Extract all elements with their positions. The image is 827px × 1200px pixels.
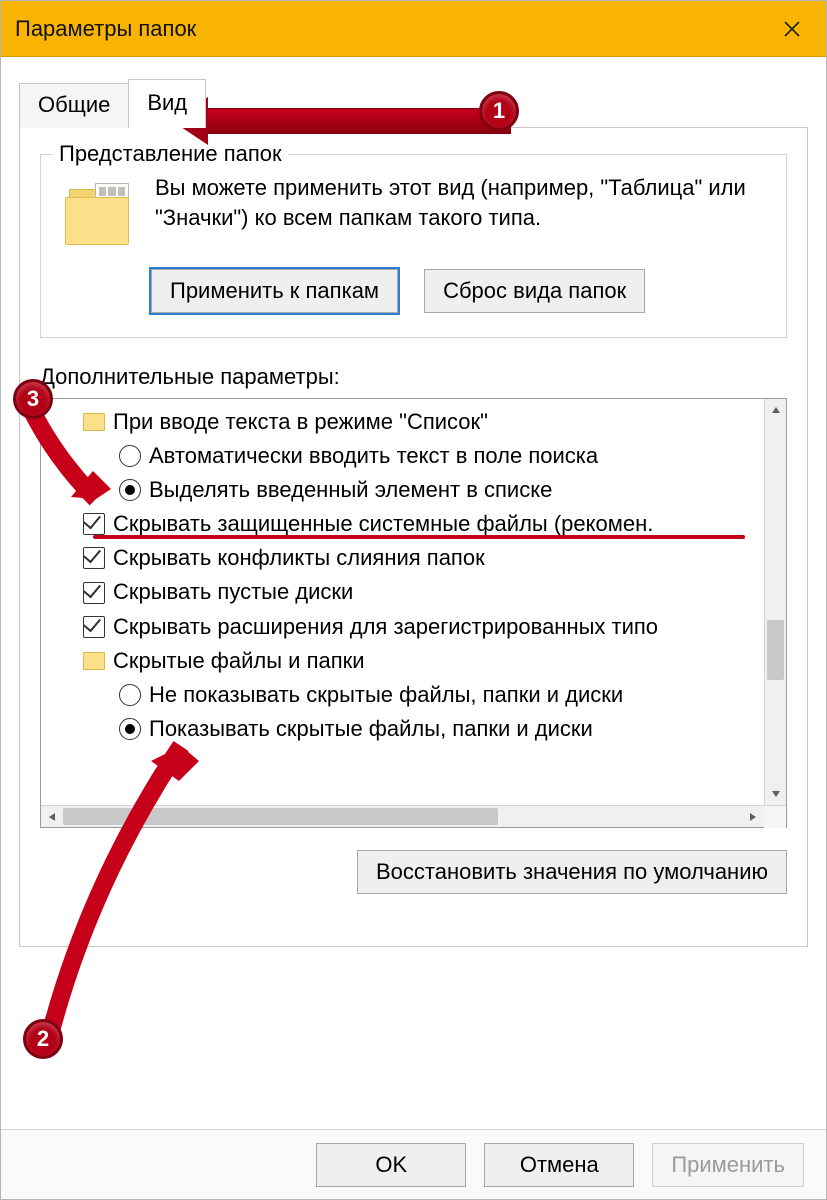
restore-defaults-button[interactable]: Восстановить значения по умолчанию bbox=[357, 850, 787, 894]
advanced-item-label: Скрывать пустые диски bbox=[113, 575, 353, 609]
advanced-item-5[interactable]: Скрывать пустые диски bbox=[49, 575, 782, 609]
scroll-up-icon[interactable] bbox=[765, 399, 787, 421]
advanced-item-label: Скрывать расширения для зарегистрированн… bbox=[113, 610, 658, 644]
radio-icon bbox=[119, 445, 141, 467]
advanced-item-3[interactable]: Скрывать защищенные системные файлы (рек… bbox=[49, 507, 782, 541]
advanced-item-label: Скрывать конфликты слияния папок bbox=[113, 541, 485, 575]
checkbox-icon bbox=[83, 582, 105, 604]
advanced-item-label: Показывать скрытые файлы, папки и диски bbox=[149, 712, 593, 746]
vscroll-thumb[interactable] bbox=[767, 620, 784, 680]
vertical-scrollbar[interactable] bbox=[764, 399, 786, 805]
scroll-left-icon[interactable] bbox=[41, 806, 63, 828]
radio-icon bbox=[119, 479, 141, 501]
advanced-item-label: Скрытые файлы и папки bbox=[113, 644, 365, 678]
tab-view-pane: Представление папок Вы можете применить … bbox=[19, 127, 808, 947]
group-legend: Представление папок bbox=[53, 141, 288, 167]
advanced-item-4[interactable]: Скрывать конфликты слияния папок bbox=[49, 541, 782, 575]
advanced-item-label: Скрывать защищенные системные файлы (рек… bbox=[113, 507, 653, 541]
advanced-item-0: При вводе текста в режиме "Список" bbox=[49, 405, 782, 439]
apply-button[interactable]: Применить bbox=[652, 1143, 804, 1187]
hscroll-thumb[interactable] bbox=[63, 808, 498, 825]
advanced-settings-label: Дополнительные параметры: bbox=[40, 364, 787, 390]
advanced-item-9[interactable]: Показывать скрытые файлы, папки и диски bbox=[49, 712, 782, 746]
checkbox-icon bbox=[83, 513, 105, 535]
folder-options-dialog: Параметры папок Общие Вид Представление … bbox=[0, 0, 827, 1200]
dialog-buttons: OK Отмена Применить bbox=[1, 1129, 826, 1199]
tab-view[interactable]: Вид bbox=[128, 79, 206, 128]
reset-folders-button[interactable]: Сброс вида папок bbox=[424, 269, 645, 313]
advanced-item-label: При вводе текста в режиме "Список" bbox=[113, 405, 488, 439]
folder-icon bbox=[83, 652, 105, 670]
cancel-button[interactable]: Отмена bbox=[484, 1143, 634, 1187]
close-button[interactable] bbox=[772, 9, 812, 49]
folder-icon bbox=[83, 413, 105, 431]
apply-to-folders-button[interactable]: Применить к папкам bbox=[151, 269, 398, 313]
advanced-item-6[interactable]: Скрывать расширения для зарегистрированн… bbox=[49, 610, 782, 644]
advanced-item-7: Скрытые файлы и папки bbox=[49, 644, 782, 678]
advanced-item-8[interactable]: Не показывать скрытые файлы, папки и дис… bbox=[49, 678, 782, 712]
scroll-right-icon[interactable] bbox=[742, 806, 764, 828]
ok-button[interactable]: OK bbox=[316, 1143, 466, 1187]
tab-general[interactable]: Общие bbox=[19, 83, 129, 128]
scroll-down-icon[interactable] bbox=[765, 783, 787, 805]
close-icon bbox=[784, 21, 800, 37]
tabstrip: Общие Вид bbox=[19, 79, 808, 128]
radio-icon bbox=[119, 718, 141, 740]
window-title: Параметры папок bbox=[15, 16, 196, 42]
checkbox-icon bbox=[83, 547, 105, 569]
checkbox-icon bbox=[83, 616, 105, 638]
titlebar: Параметры папок bbox=[1, 1, 826, 57]
horizontal-scrollbar[interactable] bbox=[41, 805, 786, 827]
folder-views-group: Представление папок Вы можете применить … bbox=[40, 154, 787, 338]
folder-icon bbox=[65, 179, 137, 251]
radio-icon bbox=[119, 684, 141, 706]
advanced-item-label: Не показывать скрытые файлы, папки и дис… bbox=[149, 678, 623, 712]
advanced-item-label: Автоматически вводить текст в поле поиск… bbox=[149, 439, 598, 473]
advanced-settings-list[interactable]: При вводе текста в режиме "Список"Автома… bbox=[40, 398, 787, 828]
advanced-item-1[interactable]: Автоматически вводить текст в поле поиск… bbox=[49, 439, 782, 473]
group-description: Вы можете применить этот вид (например, … bbox=[155, 173, 768, 251]
advanced-item-2[interactable]: Выделять введенный элемент в списке bbox=[49, 473, 782, 507]
advanced-item-label: Выделять введенный элемент в списке bbox=[149, 473, 552, 507]
